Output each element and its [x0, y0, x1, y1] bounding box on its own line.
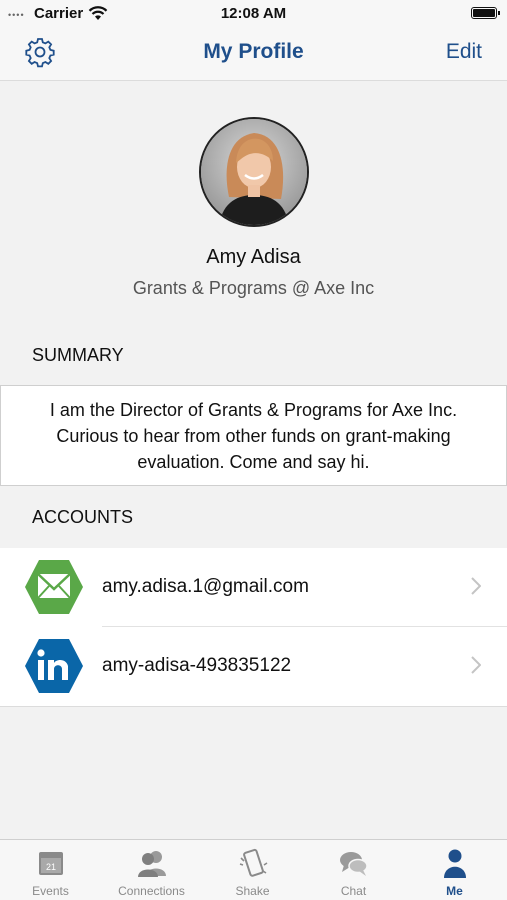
status-bar: •••• Carrier 12:08 AM: [0, 0, 507, 28]
linkedin-icon: [25, 639, 83, 693]
calendar-icon: 21: [39, 852, 63, 875]
avatar[interactable]: [199, 117, 309, 227]
chevron-right-icon: [471, 656, 481, 674]
chat-icon: [340, 852, 368, 876]
person-icon: [444, 849, 466, 878]
tab-events[interactable]: 21 Events: [0, 840, 101, 900]
chevron-right-icon: [471, 577, 481, 595]
tab-connections[interactable]: Connections: [101, 840, 202, 900]
account-label: amy.adisa.1@gmail.com: [102, 576, 309, 597]
profile-subtitle: Grants & Programs @ Axe Inc: [132, 278, 375, 298]
page-title: My Profile: [203, 40, 304, 63]
accounts-header: ACCOUNTS: [32, 507, 134, 527]
mail-icon: [25, 560, 83, 614]
tab-label: Me: [446, 884, 463, 898]
tab-label: Shake: [235, 884, 270, 898]
tab-label: Connections: [118, 884, 185, 898]
summary-header: SUMMARY: [32, 345, 124, 365]
calendar-day: 21: [46, 862, 56, 872]
account-row-linkedin[interactable]: amy-adisa-493835122: [0, 627, 507, 706]
summary-text: I am the Director of Grants & Programs f…: [49, 399, 458, 472]
tab-bar: 21 Events Connections Shake Chat Me: [0, 839, 507, 900]
connections-icon: [138, 851, 166, 877]
battery-icon: [471, 7, 500, 19]
profile-photo: [201, 119, 307, 225]
account-label: amy-adisa-493835122: [102, 655, 292, 676]
shake-icon: [239, 848, 268, 877]
account-row-email[interactable]: amy.adisa.1@gmail.com: [0, 548, 507, 627]
tab-me[interactable]: Me: [404, 840, 505, 900]
profile-name: Amy Adisa: [206, 246, 301, 268]
tab-label: Chat: [340, 884, 367, 898]
tab-shake[interactable]: Shake: [202, 840, 303, 900]
navigation-bar: My Profile Edit: [0, 28, 507, 81]
tab-label: Events: [32, 884, 69, 898]
clock: 12:08 AM: [220, 5, 287, 22]
summary-box: I am the Director of Grants & Programs f…: [0, 385, 507, 486]
tab-chat[interactable]: Chat: [303, 840, 404, 900]
accounts-list: amy.adisa.1@gmail.com amy-adisa-49383512…: [0, 548, 507, 707]
edit-button[interactable]: Edit: [446, 40, 482, 64]
